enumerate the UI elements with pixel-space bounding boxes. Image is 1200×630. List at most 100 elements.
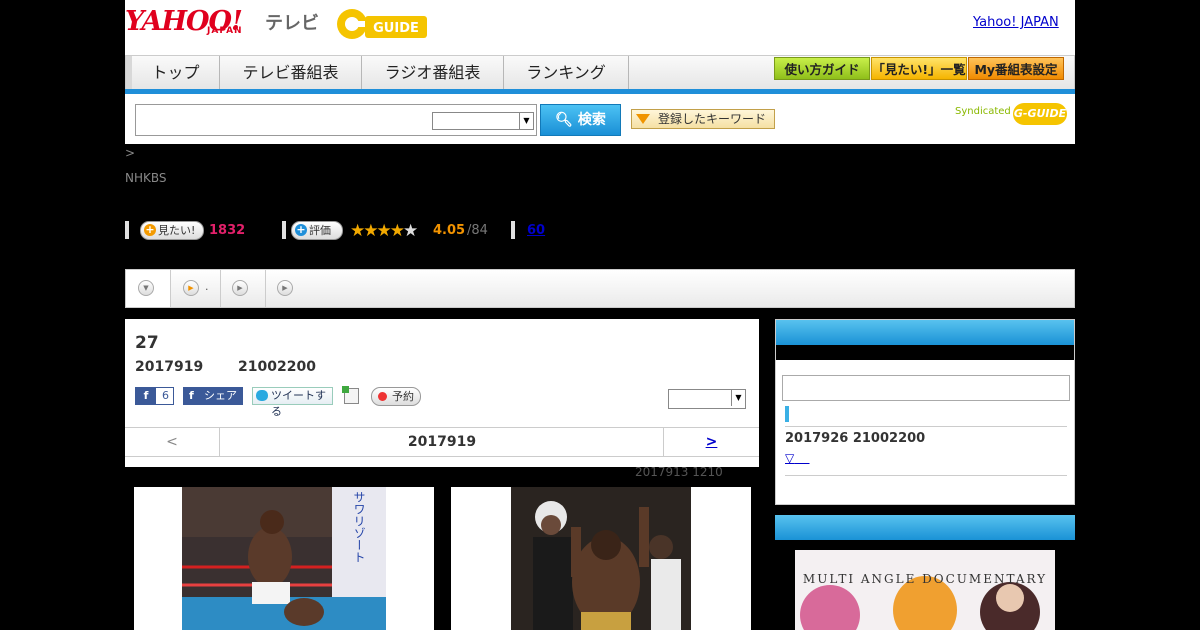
program-time: 21002200 <box>238 359 316 375</box>
want-list-button[interactable]: 「見たい!」一覧 <box>871 57 967 80</box>
chevron-down-icon: ▼ <box>731 390 745 406</box>
svg-text:GUIDE: GUIDE <box>373 21 419 36</box>
search-button-label: 検索 <box>577 112 606 128</box>
want-button[interactable]: + 見たい! <box>140 221 204 240</box>
twitter-bird-icon <box>256 390 268 401</box>
syndicated-label: Syndicated <box>955 106 1011 117</box>
facebook-share-label: シェア <box>204 389 237 402</box>
content-tabs: ▼ ▶ . ▶ ▶ <box>125 269 1075 308</box>
divider <box>282 221 286 239</box>
facebook-share-button[interactable]: f シェア <box>183 387 243 405</box>
more-link[interactable]: ▽ <box>785 451 810 465</box>
star-icon: ★ <box>376 221 392 241</box>
plus-icon: + <box>295 223 307 236</box>
gguide-logo-icon[interactable]: GUIDE <box>335 7 429 41</box>
facebook-icon: f <box>136 388 156 404</box>
play-icon: ▶ <box>277 280 293 296</box>
next-day-link[interactable]: > <box>663 428 759 456</box>
reserve-button[interactable]: 予約 <box>371 387 421 406</box>
sidebar-ad-panel: MULTI ANGLE DOCUMENTARY <box>775 515 1075 630</box>
triangle-down-icon <box>636 114 650 124</box>
header: YAHOO! JAPAN テレビ GUIDE Yahoo! JAPAN <box>125 0 1075 55</box>
rating-button-label: 評価 <box>309 224 331 237</box>
sidebar-header <box>776 320 1074 345</box>
channel-name: NHKBS <box>125 171 167 185</box>
tab-3[interactable]: ▶ <box>221 270 266 307</box>
breadcrumb[interactable]: > <box>125 146 135 160</box>
chevron-down-icon: ▼ <box>519 113 533 129</box>
chevron-down-icon: ▼ <box>138 280 154 296</box>
boxing-ring-image: サワリゾート <box>182 487 386 630</box>
my-schedule-button[interactable]: My番組表設定 <box>968 57 1064 80</box>
boxer-victory-image <box>511 487 691 630</box>
play-icon: ▶ <box>183 280 199 296</box>
search-bar: ▼ 🔍︎ 検索 登録したキーワード Syndicated G-GUIDE <box>125 94 1075 144</box>
tab-ranking[interactable]: ランキング <box>504 56 629 90</box>
yahoo-japan-link[interactable]: Yahoo! JAPAN <box>973 15 1059 30</box>
ad-banner-image <box>795 550 1055 630</box>
tab-radio-schedule[interactable]: ラジオ番組表 <box>362 56 504 90</box>
review-link[interactable]: 60 <box>527 223 545 238</box>
tweet-label: ツイートする <box>271 389 326 418</box>
prev-day-link[interactable]: < <box>125 428 220 456</box>
tab-detail[interactable]: ▼ <box>126 270 171 307</box>
main-nav: トップ テレビ番組表 ラジオ番組表 ランキング 使い方ガイド 「見たい!」一覧 … <box>125 55 1075 92</box>
tab-4[interactable]: ▶ <box>266 270 311 307</box>
tab-top[interactable]: トップ <box>126 56 220 90</box>
program-photo-1[interactable]: サワリゾート <box>134 487 434 630</box>
tab-tv-schedule[interactable]: テレビ番組表 <box>220 56 362 90</box>
want-button-label: 見たい! <box>158 224 196 237</box>
want-count: 1832 <box>209 223 246 238</box>
keyword-button[interactable]: 登録したキーワード <box>631 109 775 129</box>
section-marker <box>785 406 789 422</box>
rating-button[interactable]: + 評価 <box>291 221 343 240</box>
rating-stars: ★★★★★ <box>350 221 418 241</box>
plus-icon: + <box>144 223 156 236</box>
syndicated-gguide-logo: G-GUIDE <box>1013 103 1067 125</box>
current-date: 2017919 <box>407 434 477 450</box>
divider <box>785 426 1067 427</box>
tv-label[interactable]: テレビ <box>265 9 319 35</box>
program-title: 27 <box>135 333 159 353</box>
svg-text:サワリゾート: サワリゾート <box>352 491 366 563</box>
next-broadcast-date: 2017926 21002200 <box>785 431 926 446</box>
search-category-select[interactable]: ▼ <box>432 112 534 130</box>
tab-2-dot: . <box>205 280 209 293</box>
star-empty-icon: ★ <box>403 221 418 241</box>
rating-count: /84 <box>467 223 488 238</box>
facebook-like-count: 6 <box>162 389 169 402</box>
divider <box>125 221 129 239</box>
sidebar-broadcast-panel: 2017926 21002200 ▽ <box>775 319 1075 505</box>
japan-logo: JAPAN <box>207 26 243 36</box>
star-icon: ★ <box>363 221 378 241</box>
play-icon: ▶ <box>232 280 248 296</box>
sidebar-ad-header <box>775 515 1075 540</box>
calendar-add-icon[interactable] <box>342 386 359 404</box>
star-icon: ★ <box>389 221 405 241</box>
tweet-button[interactable]: ツイートする <box>252 387 333 418</box>
calendar-select[interactable]: ▼ <box>668 389 746 409</box>
program-photo-2[interactable] <box>451 487 751 630</box>
program-card: 27 2017919 21002200 f 6 f シェア ツイートする 予約 … <box>125 319 759 467</box>
search-button[interactable]: 🔍︎ 検索 <box>540 104 621 136</box>
tab-2[interactable]: ▶ . <box>171 270 221 307</box>
reserve-label: 予約 <box>392 390 414 403</box>
star-icon: ★ <box>350 221 365 241</box>
facebook-like-button[interactable]: f 6 <box>135 387 174 405</box>
facebook-icon: f <box>189 389 194 402</box>
divider <box>511 221 515 239</box>
sidebar-header-band <box>776 345 1074 360</box>
date-navigation: < 2017919 > <box>125 427 759 457</box>
program-date: 2017919 <box>135 359 204 375</box>
ad-banner[interactable]: MULTI ANGLE DOCUMENTARY <box>795 550 1055 630</box>
more-link-label: ▽ <box>785 451 795 465</box>
updated-timestamp: 2017913 1210 <box>635 465 723 479</box>
keyword-button-label: 登録したキーワード <box>658 112 767 126</box>
rating-value: 4.05 <box>433 223 466 238</box>
record-icon <box>378 392 387 401</box>
ad-title: MULTI ANGLE DOCUMENTARY <box>802 572 1048 586</box>
divider <box>785 475 1067 476</box>
guide-button[interactable]: 使い方ガイド <box>774 57 870 80</box>
search-icon: 🔍︎ <box>555 112 573 128</box>
sidebar-input[interactable] <box>782 375 1070 401</box>
